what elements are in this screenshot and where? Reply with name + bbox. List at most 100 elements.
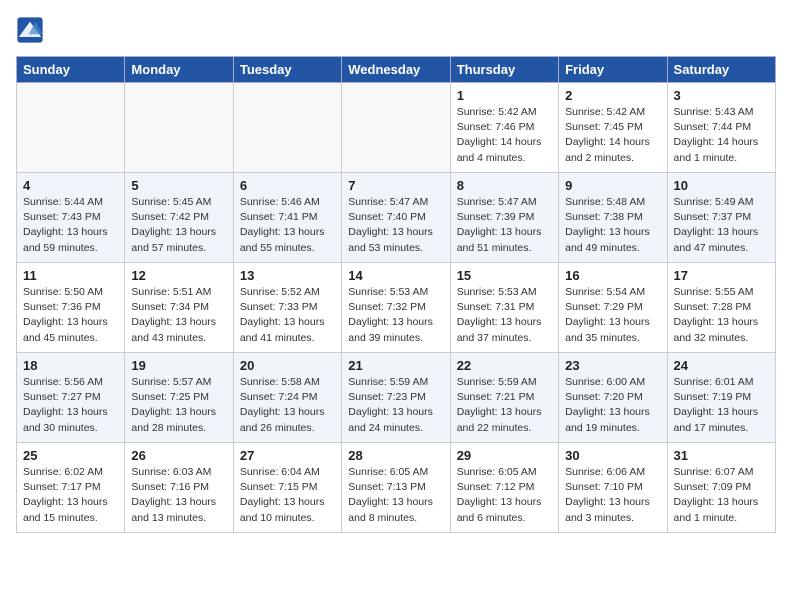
calendar-cell: 22 Sunrise: 5:59 AM Sunset: 7:21 PM Dayli… — [450, 353, 558, 443]
calendar-cell: 2 Sunrise: 5:42 AM Sunset: 7:45 PM Daylig… — [559, 83, 667, 173]
day-detail: Sunrise: 6:06 AM Sunset: 7:10 PM Dayligh… — [565, 465, 660, 526]
day-detail: Sunrise: 5:49 AM Sunset: 7:37 PM Dayligh… — [674, 195, 769, 256]
day-number: 2 — [565, 88, 660, 103]
day-detail: Sunrise: 5:57 AM Sunset: 7:25 PM Dayligh… — [131, 375, 226, 436]
day-detail: Sunrise: 5:52 AM Sunset: 7:33 PM Dayligh… — [240, 285, 335, 346]
calendar-cell: 28 Sunrise: 6:05 AM Sunset: 7:13 PM Dayli… — [342, 443, 450, 533]
weekday-header-row: SundayMondayTuesdayWednesdayThursdayFrid… — [17, 57, 776, 83]
day-detail: Sunrise: 6:05 AM Sunset: 7:12 PM Dayligh… — [457, 465, 552, 526]
day-detail: Sunrise: 6:04 AM Sunset: 7:15 PM Dayligh… — [240, 465, 335, 526]
day-number: 9 — [565, 178, 660, 193]
day-number: 24 — [674, 358, 769, 373]
day-number: 10 — [674, 178, 769, 193]
calendar-cell: 26 Sunrise: 6:03 AM Sunset: 7:16 PM Dayli… — [125, 443, 233, 533]
day-detail: Sunrise: 5:53 AM Sunset: 7:32 PM Dayligh… — [348, 285, 443, 346]
day-detail: Sunrise: 5:53 AM Sunset: 7:31 PM Dayligh… — [457, 285, 552, 346]
calendar-cell: 8 Sunrise: 5:47 AM Sunset: 7:39 PM Daylig… — [450, 173, 558, 263]
calendar-cell: 24 Sunrise: 6:01 AM Sunset: 7:19 PM Dayli… — [667, 353, 775, 443]
day-number: 6 — [240, 178, 335, 193]
calendar-cell: 17 Sunrise: 5:55 AM Sunset: 7:28 PM Dayli… — [667, 263, 775, 353]
day-number: 17 — [674, 268, 769, 283]
calendar-cell: 15 Sunrise: 5:53 AM Sunset: 7:31 PM Dayli… — [450, 263, 558, 353]
day-number: 5 — [131, 178, 226, 193]
calendar-cell: 21 Sunrise: 5:59 AM Sunset: 7:23 PM Dayli… — [342, 353, 450, 443]
day-detail: Sunrise: 5:42 AM Sunset: 7:46 PM Dayligh… — [457, 105, 552, 166]
calendar-cell: 10 Sunrise: 5:49 AM Sunset: 7:37 PM Dayli… — [667, 173, 775, 263]
calendar-cell: 20Sunrise: 5:58 AM Sunset: 7:24 PM Dayli… — [233, 353, 341, 443]
day-detail: Sunrise: 5:50 AM Sunset: 7:36 PM Dayligh… — [23, 285, 118, 346]
calendar-cell: 30 Sunrise: 6:06 AM Sunset: 7:10 PM Dayli… — [559, 443, 667, 533]
day-detail: Sunrise: 5:48 AM Sunset: 7:38 PM Dayligh… — [565, 195, 660, 256]
day-number: 20 — [240, 358, 335, 373]
day-number: 31 — [674, 448, 769, 463]
day-detail: Sunrise: 6:03 AM Sunset: 7:16 PM Dayligh… — [131, 465, 226, 526]
day-number: 25 — [23, 448, 118, 463]
day-number: 11 — [23, 268, 118, 283]
day-detail: Sunrise: 5:54 AM Sunset: 7:29 PM Dayligh… — [565, 285, 660, 346]
day-detail: Sunrise: 5:51 AM Sunset: 7:34 PM Dayligh… — [131, 285, 226, 346]
day-number: 23 — [565, 358, 660, 373]
day-number: 21 — [348, 358, 443, 373]
calendar-cell: 19 Sunrise: 5:57 AM Sunset: 7:25 PM Dayli… — [125, 353, 233, 443]
calendar-cell: 18Sunrise: 5:56 AM Sunset: 7:27 PM Dayli… — [17, 353, 125, 443]
day-detail: Sunrise: 5:59 AM Sunset: 7:21 PM Dayligh… — [457, 375, 552, 436]
day-number: 8 — [457, 178, 552, 193]
logo-icon — [16, 16, 44, 44]
calendar-cell: 12 Sunrise: 5:51 AM Sunset: 7:34 PM Dayli… — [125, 263, 233, 353]
day-number: 19 — [131, 358, 226, 373]
day-detail: Sunrise: 5:42 AM Sunset: 7:45 PM Dayligh… — [565, 105, 660, 166]
day-number: 1 — [457, 88, 552, 103]
day-number: 29 — [457, 448, 552, 463]
calendar-cell: 23 Sunrise: 6:00 AM Sunset: 7:20 PM Dayli… — [559, 353, 667, 443]
day-detail: Sunrise: 5:59 AM Sunset: 7:23 PM Dayligh… — [348, 375, 443, 436]
logo — [16, 16, 48, 44]
day-number: 14 — [348, 268, 443, 283]
day-detail: Sunrise: 6:01 AM Sunset: 7:19 PM Dayligh… — [674, 375, 769, 436]
calendar-cell: 11 Sunrise: 5:50 AM Sunset: 7:36 PM Dayli… — [17, 263, 125, 353]
calendar-cell: 3 Sunrise: 5:43 AM Sunset: 7:44 PM Daylig… — [667, 83, 775, 173]
calendar-cell: 5Sunrise: 5:45 AM Sunset: 7:42 PM Daylig… — [125, 173, 233, 263]
day-number: 16 — [565, 268, 660, 283]
weekday-header-wednesday: Wednesday — [342, 57, 450, 83]
calendar-cell: 13 Sunrise: 5:52 AM Sunset: 7:33 PM Dayli… — [233, 263, 341, 353]
calendar-cell — [342, 83, 450, 173]
day-number: 26 — [131, 448, 226, 463]
weekday-header-thursday: Thursday — [450, 57, 558, 83]
calendar-cell: 9 Sunrise: 5:48 AM Sunset: 7:38 PM Daylig… — [559, 173, 667, 263]
calendar-cell: 6 Sunrise: 5:46 AM Sunset: 7:41 PM Daylig… — [233, 173, 341, 263]
day-number: 30 — [565, 448, 660, 463]
day-number: 27 — [240, 448, 335, 463]
calendar-cell: 31Sunrise: 6:07 AM Sunset: 7:09 PM Dayli… — [667, 443, 775, 533]
calendar-cell: 1 Sunrise: 5:42 AM Sunset: 7:46 PM Daylig… — [450, 83, 558, 173]
weekday-header-saturday: Saturday — [667, 57, 775, 83]
calendar-cell: 27 Sunrise: 6:04 AM Sunset: 7:15 PM Dayli… — [233, 443, 341, 533]
day-detail: Sunrise: 6:00 AM Sunset: 7:20 PM Dayligh… — [565, 375, 660, 436]
day-number: 28 — [348, 448, 443, 463]
day-detail: Sunrise: 6:05 AM Sunset: 7:13 PM Dayligh… — [348, 465, 443, 526]
calendar-cell: 7Sunrise: 5:47 AM Sunset: 7:40 PM Daylig… — [342, 173, 450, 263]
week-row-2: 11 Sunrise: 5:50 AM Sunset: 7:36 PM Dayli… — [17, 263, 776, 353]
weekday-header-tuesday: Tuesday — [233, 57, 341, 83]
day-detail: Sunrise: 6:02 AM Sunset: 7:17 PM Dayligh… — [23, 465, 118, 526]
calendar-cell: 16 Sunrise: 5:54 AM Sunset: 7:29 PM Dayli… — [559, 263, 667, 353]
day-detail: Sunrise: 5:43 AM Sunset: 7:44 PM Dayligh… — [674, 105, 769, 166]
day-detail: Sunrise: 5:55 AM Sunset: 7:28 PM Dayligh… — [674, 285, 769, 346]
calendar-cell: 29 Sunrise: 6:05 AM Sunset: 7:12 PM Dayli… — [450, 443, 558, 533]
weekday-header-monday: Monday — [125, 57, 233, 83]
day-number: 18 — [23, 358, 118, 373]
calendar-table: SundayMondayTuesdayWednesdayThursdayFrid… — [16, 56, 776, 533]
day-number: 12 — [131, 268, 226, 283]
day-number: 3 — [674, 88, 769, 103]
page-header — [16, 16, 776, 44]
week-row-4: 25 Sunrise: 6:02 AM Sunset: 7:17 PM Dayli… — [17, 443, 776, 533]
calendar-cell — [17, 83, 125, 173]
week-row-3: 18Sunrise: 5:56 AM Sunset: 7:27 PM Dayli… — [17, 353, 776, 443]
day-detail: Sunrise: 5:47 AM Sunset: 7:40 PM Dayligh… — [348, 195, 443, 256]
day-number: 22 — [457, 358, 552, 373]
day-number: 15 — [457, 268, 552, 283]
day-detail: Sunrise: 5:44 AM Sunset: 7:43 PM Dayligh… — [23, 195, 118, 256]
day-number: 13 — [240, 268, 335, 283]
day-detail: Sunrise: 5:47 AM Sunset: 7:39 PM Dayligh… — [457, 195, 552, 256]
day-detail: Sunrise: 5:46 AM Sunset: 7:41 PM Dayligh… — [240, 195, 335, 256]
week-row-0: 1 Sunrise: 5:42 AM Sunset: 7:46 PM Daylig… — [17, 83, 776, 173]
